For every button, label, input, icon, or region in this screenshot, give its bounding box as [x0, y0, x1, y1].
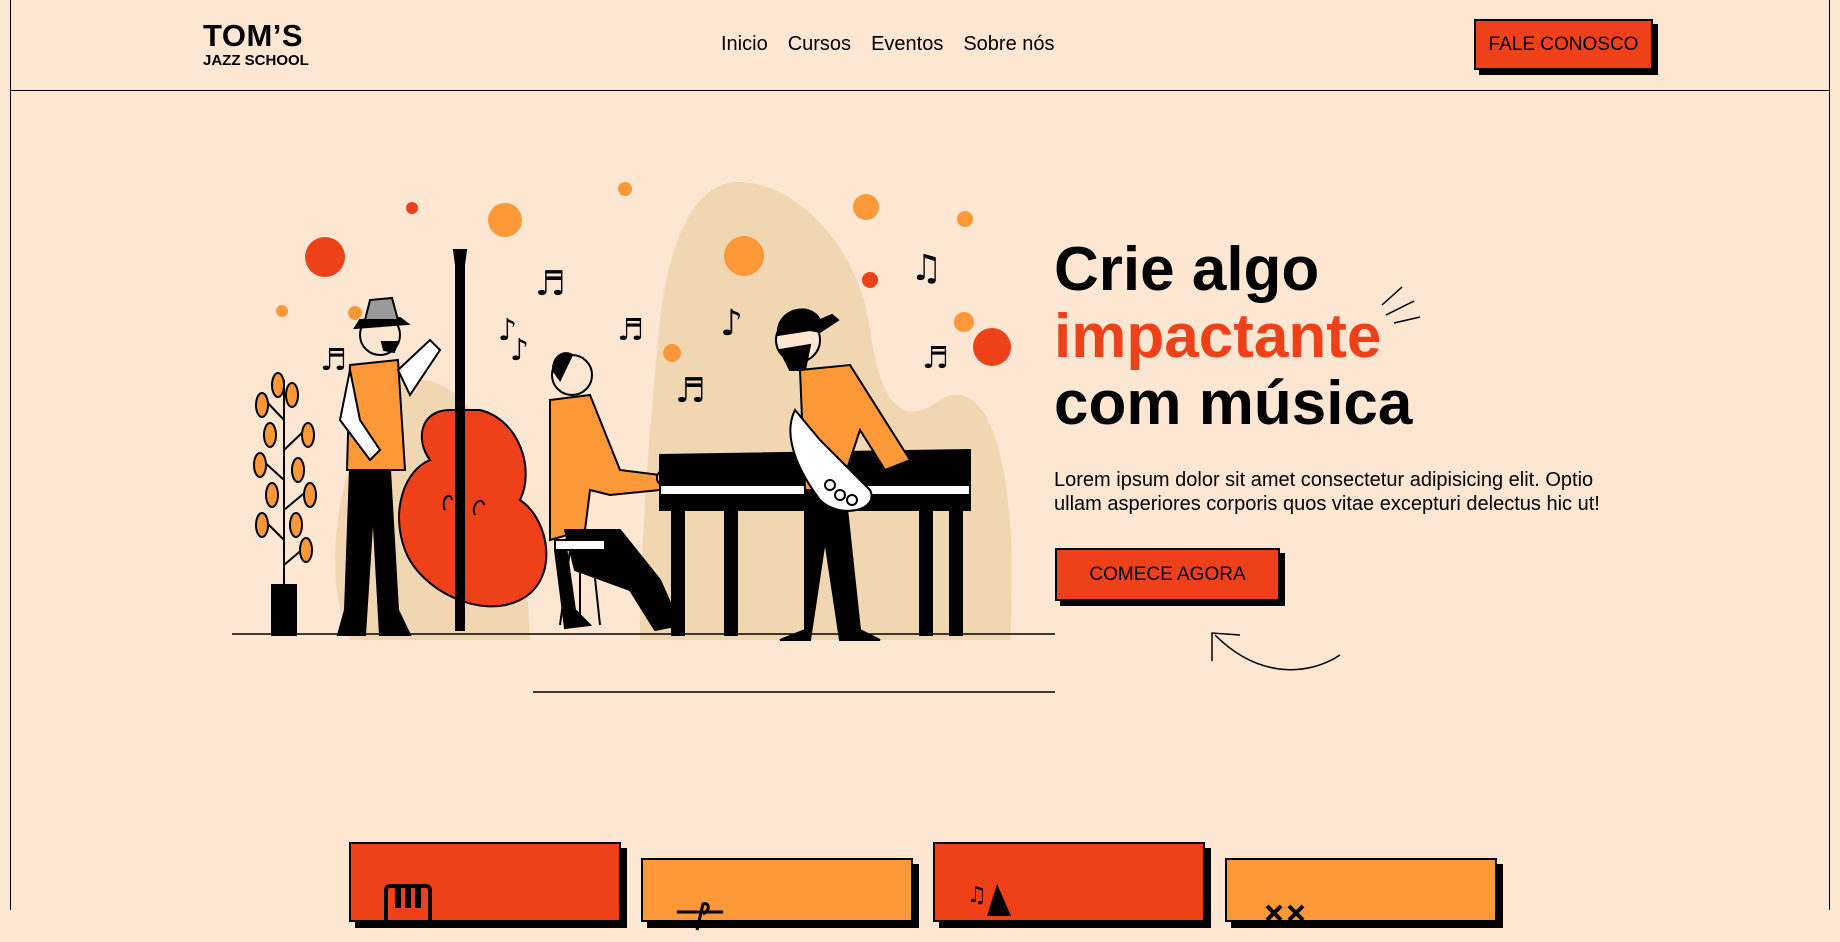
course-card-drums[interactable] — [1225, 858, 1497, 922]
course-card-piano[interactable] — [349, 842, 621, 926]
saxophone-icon: ♫ — [967, 883, 1011, 916]
course-card-saxophone[interactable]: ♫ — [933, 842, 1205, 922]
nav-item-cursos[interactable]: Cursos — [788, 33, 851, 56]
double-bass — [398, 249, 548, 631]
piano-keys-icon — [384, 884, 432, 926]
hero-title-accent: impactante — [1054, 302, 1382, 371]
site-header: TOM’S JAZZ SCHOOL Inicio Cursos Eventos … — [10, 0, 1830, 91]
brand-subtitle: JAZZ SCHOOL — [203, 52, 309, 69]
contact-button[interactable]: FALE CONOSCO — [1474, 19, 1653, 70]
curved-arrow-icon — [1211, 632, 1341, 671]
svg-text:♬: ♬ — [535, 264, 565, 304]
svg-text:♫: ♫ — [967, 883, 987, 908]
svg-text:♬: ♬ — [320, 343, 347, 378]
nav-item-eventos[interactable]: Eventos — [871, 33, 943, 56]
jazz-band-illustration: ♬ ♬ ♪ ♪ ♬ ♪ ♬ ♫ ♬ — [232, 181, 1055, 693]
hero-description: Lorem ipsum dolor sit amet consectetur a… — [1054, 469, 1600, 515]
sparkle-icon — [1381, 286, 1421, 324]
hero-title: Crie algo impactante com música — [1054, 236, 1412, 437]
plant — [253, 372, 317, 636]
brand-name: TOM’S — [203, 18, 304, 53]
hero-title-line3: com música — [1054, 369, 1413, 438]
svg-text:♬: ♬ — [675, 371, 705, 411]
course-card-theory[interactable] — [641, 858, 913, 931]
music-staff-icon — [677, 902, 723, 931]
hero-title-line1: Crie algo — [1054, 235, 1320, 304]
cymbals-icon — [1265, 904, 1305, 922]
main-nav: Inicio Cursos Eventos Sobre nós — [721, 33, 1055, 56]
nav-item-inicio[interactable]: Inicio — [721, 33, 768, 56]
svg-text:♪: ♪ — [510, 333, 529, 368]
svg-text:♬: ♬ — [922, 341, 949, 376]
nav-item-sobre-nos[interactable]: Sobre nós — [963, 33, 1054, 56]
brand-logo[interactable]: TOM’S JAZZ SCHOOL — [203, 20, 309, 68]
svg-text:♫: ♫ — [910, 248, 942, 289]
svg-text:♬: ♬ — [617, 313, 644, 348]
start-now-button[interactable]: COMECE AGORA — [1055, 548, 1280, 601]
svg-text:♪: ♪ — [720, 303, 743, 344]
